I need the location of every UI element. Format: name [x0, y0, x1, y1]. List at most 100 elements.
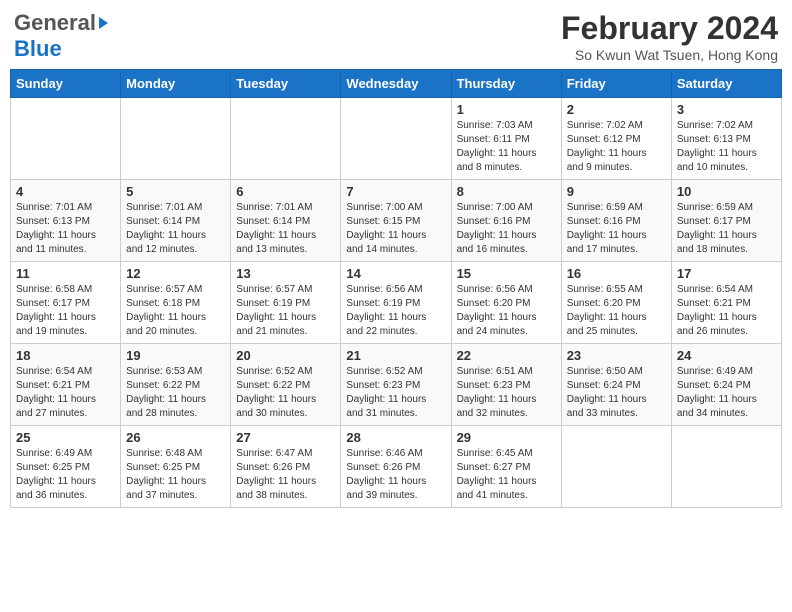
logo-general: General — [14, 10, 96, 36]
cell-date-number: 28 — [346, 430, 445, 445]
logo-blue: Blue — [14, 36, 62, 61]
cell-date-number: 13 — [236, 266, 335, 281]
weekday-header-thursday: Thursday — [451, 70, 561, 98]
cell-info-text: Sunrise: 6:46 AM Sunset: 6:26 PM Dayligh… — [346, 447, 445, 503]
weekday-header-wednesday: Wednesday — [341, 70, 451, 98]
calendar-cell — [671, 426, 781, 508]
cell-info-text: Sunrise: 7:02 AM Sunset: 6:13 PM Dayligh… — [677, 119, 776, 175]
cell-info-text: Sunrise: 6:56 AM Sunset: 6:20 PM Dayligh… — [457, 283, 556, 339]
weekday-header-friday: Friday — [561, 70, 671, 98]
weekday-header-tuesday: Tuesday — [231, 70, 341, 98]
cell-date-number: 2 — [567, 102, 666, 117]
calendar-cell: 18 Sunrise: 6:54 AM Sunset: 6:21 PM Dayli… — [11, 344, 121, 426]
calendar-subtitle: So Kwun Wat Tsuen, Hong Kong — [561, 47, 778, 63]
calendar-cell: 23 Sunrise: 6:50 AM Sunset: 6:24 PM Dayli… — [561, 344, 671, 426]
calendar-cell: 26 Sunrise: 6:48 AM Sunset: 6:25 PM Dayli… — [121, 426, 231, 508]
weekday-header-saturday: Saturday — [671, 70, 781, 98]
cell-info-text: Sunrise: 7:02 AM Sunset: 6:12 PM Dayligh… — [567, 119, 666, 175]
cell-date-number: 15 — [457, 266, 556, 281]
calendar-cell: 10 Sunrise: 6:59 AM Sunset: 6:17 PM Dayli… — [671, 180, 781, 262]
cell-date-number: 4 — [16, 184, 115, 199]
calendar-cell: 25 Sunrise: 6:49 AM Sunset: 6:25 PM Dayli… — [11, 426, 121, 508]
week-row-3: 11Sunrise: 6:58 AM Sunset: 6:17 PM Dayli… — [11, 262, 782, 344]
cell-date-number: 8 — [457, 184, 556, 199]
calendar-cell: 6 Sunrise: 7:01 AM Sunset: 6:14 PM Daylig… — [231, 180, 341, 262]
calendar-cell: 19 Sunrise: 6:53 AM Sunset: 6:22 PM Dayli… — [121, 344, 231, 426]
cell-date-number: 7 — [346, 184, 445, 199]
calendar-cell: 16 Sunrise: 6:55 AM Sunset: 6:20 PM Dayli… — [561, 262, 671, 344]
week-row-2: 4Sunrise: 7:01 AM Sunset: 6:13 PM Daylig… — [11, 180, 782, 262]
title-area: February 2024 So Kwun Wat Tsuen, Hong Ko… — [561, 10, 778, 63]
calendar-cell: 7 Sunrise: 7:00 AM Sunset: 6:15 PM Daylig… — [341, 180, 451, 262]
calendar-cell: 29 Sunrise: 6:45 AM Sunset: 6:27 PM Dayli… — [451, 426, 561, 508]
week-row-4: 18 Sunrise: 6:54 AM Sunset: 6:21 PM Dayli… — [11, 344, 782, 426]
cell-date-number: 9 — [567, 184, 666, 199]
cell-info-text: Sunrise: 6:52 AM Sunset: 6:22 PM Dayligh… — [236, 365, 335, 421]
calendar-cell — [341, 98, 451, 180]
cell-info-text: Sunrise: 6:51 AM Sunset: 6:23 PM Dayligh… — [457, 365, 556, 421]
cell-date-number: 22 — [457, 348, 556, 363]
calendar-cell: 12Sunrise: 6:57 AM Sunset: 6:18 PM Dayli… — [121, 262, 231, 344]
cell-info-text: Sunrise: 7:00 AM Sunset: 6:15 PM Dayligh… — [346, 201, 445, 257]
cell-info-text: Sunrise: 6:49 AM Sunset: 6:24 PM Dayligh… — [677, 365, 776, 421]
cell-info-text: Sunrise: 6:56 AM Sunset: 6:19 PM Dayligh… — [346, 283, 445, 339]
cell-date-number: 11 — [16, 266, 115, 281]
cell-date-number: 19 — [126, 348, 225, 363]
calendar-cell: 11Sunrise: 6:58 AM Sunset: 6:17 PM Dayli… — [11, 262, 121, 344]
calendar-cell: 20Sunrise: 6:52 AM Sunset: 6:22 PM Dayli… — [231, 344, 341, 426]
calendar-cell: 3Sunrise: 7:02 AM Sunset: 6:13 PM Daylig… — [671, 98, 781, 180]
calendar-cell: 28 Sunrise: 6:46 AM Sunset: 6:26 PM Dayli… — [341, 426, 451, 508]
calendar-cell — [231, 98, 341, 180]
calendar-cell: 1Sunrise: 7:03 AM Sunset: 6:11 PM Daylig… — [451, 98, 561, 180]
calendar-table: SundayMondayTuesdayWednesdayThursdayFrid… — [10, 69, 782, 508]
cell-info-text: Sunrise: 6:49 AM Sunset: 6:25 PM Dayligh… — [16, 447, 115, 503]
cell-info-text: Sunrise: 6:57 AM Sunset: 6:19 PM Dayligh… — [236, 283, 335, 339]
logo-triangle-icon — [99, 17, 108, 29]
logo: General Blue — [14, 10, 108, 62]
cell-date-number: 5 — [126, 184, 225, 199]
cell-date-number: 26 — [126, 430, 225, 445]
cell-date-number: 29 — [457, 430, 556, 445]
calendar-title: February 2024 — [561, 10, 778, 47]
calendar-cell: 2 Sunrise: 7:02 AM Sunset: 6:12 PM Daylig… — [561, 98, 671, 180]
header: General Blue February 2024 So Kwun Wat T… — [10, 10, 782, 63]
cell-info-text: Sunrise: 6:47 AM Sunset: 6:26 PM Dayligh… — [236, 447, 335, 503]
week-row-1: 1Sunrise: 7:03 AM Sunset: 6:11 PM Daylig… — [11, 98, 782, 180]
cell-date-number: 6 — [236, 184, 335, 199]
cell-info-text: Sunrise: 6:50 AM Sunset: 6:24 PM Dayligh… — [567, 365, 666, 421]
cell-info-text: Sunrise: 6:53 AM Sunset: 6:22 PM Dayligh… — [126, 365, 225, 421]
calendar-cell: 17Sunrise: 6:54 AM Sunset: 6:21 PM Dayli… — [671, 262, 781, 344]
calendar-cell: 15 Sunrise: 6:56 AM Sunset: 6:20 PM Dayli… — [451, 262, 561, 344]
calendar-cell: 27 Sunrise: 6:47 AM Sunset: 6:26 PM Dayli… — [231, 426, 341, 508]
calendar-cell: 4Sunrise: 7:01 AM Sunset: 6:13 PM Daylig… — [11, 180, 121, 262]
cell-date-number: 18 — [16, 348, 115, 363]
weekday-header-sunday: Sunday — [11, 70, 121, 98]
weekday-header-monday: Monday — [121, 70, 231, 98]
cell-info-text: Sunrise: 6:54 AM Sunset: 6:21 PM Dayligh… — [16, 365, 115, 421]
calendar-cell — [11, 98, 121, 180]
cell-info-text: Sunrise: 6:55 AM Sunset: 6:20 PM Dayligh… — [567, 283, 666, 339]
cell-info-text: Sunrise: 7:01 AM Sunset: 6:14 PM Dayligh… — [126, 201, 225, 257]
cell-info-text: Sunrise: 6:45 AM Sunset: 6:27 PM Dayligh… — [457, 447, 556, 503]
cell-info-text: Sunrise: 7:00 AM Sunset: 6:16 PM Dayligh… — [457, 201, 556, 257]
cell-info-text: Sunrise: 6:48 AM Sunset: 6:25 PM Dayligh… — [126, 447, 225, 503]
calendar-cell: 24 Sunrise: 6:49 AM Sunset: 6:24 PM Dayli… — [671, 344, 781, 426]
calendar-cell: 21Sunrise: 6:52 AM Sunset: 6:23 PM Dayli… — [341, 344, 451, 426]
cell-info-text: Sunrise: 6:52 AM Sunset: 6:23 PM Dayligh… — [346, 365, 445, 421]
calendar-cell: 8 Sunrise: 7:00 AM Sunset: 6:16 PM Daylig… — [451, 180, 561, 262]
weekday-header-row: SundayMondayTuesdayWednesdayThursdayFrid… — [11, 70, 782, 98]
cell-date-number: 25 — [16, 430, 115, 445]
cell-info-text: Sunrise: 6:59 AM Sunset: 6:16 PM Dayligh… — [567, 201, 666, 257]
cell-date-number: 16 — [567, 266, 666, 281]
cell-date-number: 10 — [677, 184, 776, 199]
week-row-5: 25 Sunrise: 6:49 AM Sunset: 6:25 PM Dayli… — [11, 426, 782, 508]
cell-info-text: Sunrise: 7:01 AM Sunset: 6:14 PM Dayligh… — [236, 201, 335, 257]
cell-date-number: 23 — [567, 348, 666, 363]
cell-date-number: 12 — [126, 266, 225, 281]
cell-date-number: 1 — [457, 102, 556, 117]
cell-date-number: 24 — [677, 348, 776, 363]
cell-info-text: Sunrise: 6:54 AM Sunset: 6:21 PM Dayligh… — [677, 283, 776, 339]
cell-info-text: Sunrise: 6:59 AM Sunset: 6:17 PM Dayligh… — [677, 201, 776, 257]
cell-date-number: 27 — [236, 430, 335, 445]
cell-date-number: 14 — [346, 266, 445, 281]
